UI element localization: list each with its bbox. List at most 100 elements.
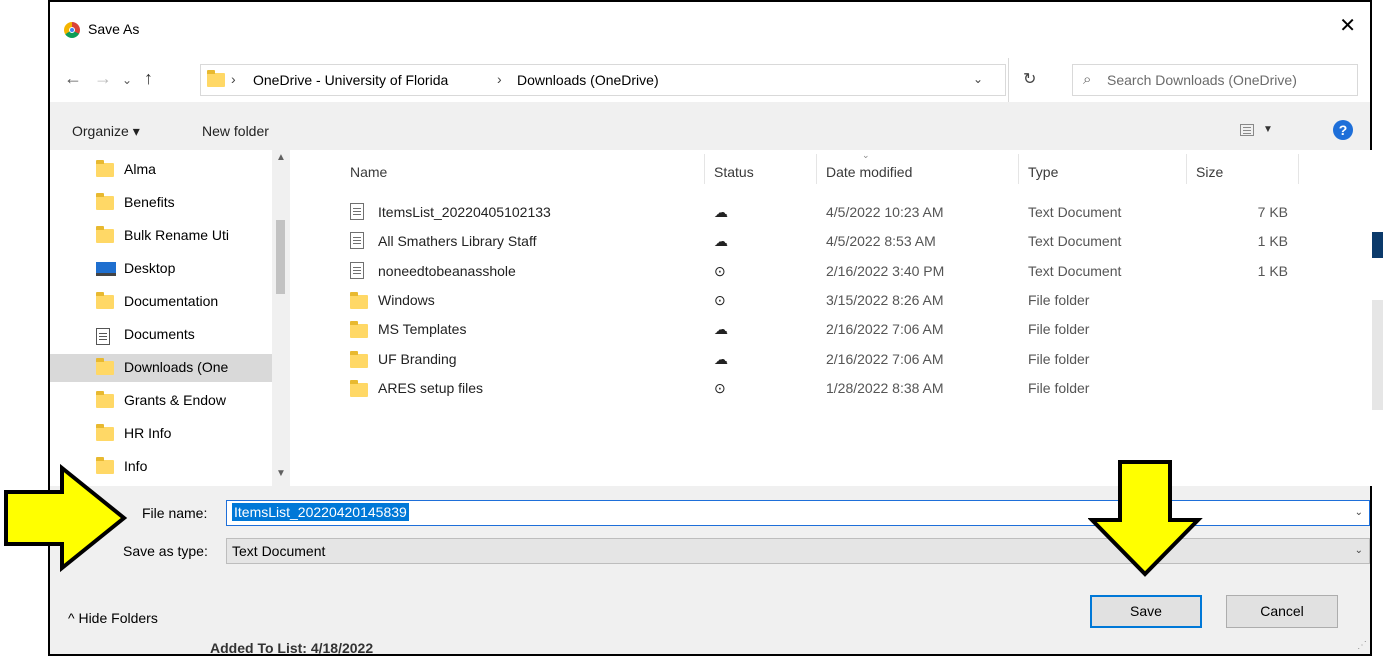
folder-icon	[96, 391, 114, 408]
up-arrow-icon[interactable]: ↑	[144, 68, 153, 88]
file-type: Text Document	[1028, 262, 1122, 279]
breadcrumb-downloads[interactable]: Downloads (OneDrive)	[517, 72, 659, 88]
sidebar-item-label: Alma	[124, 161, 156, 177]
scroll-down-icon[interactable]: ▼	[276, 468, 286, 479]
toolbar: Organize ▾ New folder ▼ ?	[50, 112, 1370, 150]
save-as-type-select[interactable]: Text Document ⌄	[226, 538, 1370, 564]
sidebar-item[interactable]: Info	[50, 453, 272, 481]
file-row[interactable]: Windows ⊙ 3/15/2022 8:26 AM File folder	[290, 286, 1372, 315]
sidebar-item-label: HR Info	[124, 425, 172, 441]
file-date-modified: 2/16/2022 3:40 PM	[826, 262, 945, 279]
column-header-name[interactable]: Name	[350, 164, 387, 180]
file-type: Text Document	[1028, 204, 1122, 220]
sidebar-item[interactable]: Documentation	[50, 288, 272, 316]
new-folder-button[interactable]: New folder	[202, 123, 269, 139]
navigation-scrollbar[interactable]: ▲ ▼	[272, 150, 289, 486]
column-divider	[1186, 154, 1187, 184]
file-row[interactable]: MS Templates ☁ 2/16/2022 7:06 AM File folde…	[290, 315, 1372, 344]
file-row[interactable]: ItemsList_20220405102133 ☁ 4/5/2022 10:23 …	[290, 198, 1372, 227]
save-as-type-label: Save as type:	[123, 543, 208, 559]
file-date-modified: 3/15/2022 8:26 AM	[826, 291, 944, 308]
sidebar-item[interactable]: Bulk Rename Uti	[50, 222, 272, 250]
back-arrow-icon[interactable]: ←	[64, 68, 82, 88]
file-type: File folder	[1028, 321, 1090, 338]
dialog-title: Save As	[88, 21, 140, 37]
close-icon[interactable]: ✕	[1339, 16, 1356, 36]
file-name: MS Templates	[378, 321, 467, 338]
file-name: UF Branding	[378, 350, 457, 367]
help-icon[interactable]: ?	[1333, 120, 1353, 140]
address-dropdown-icon[interactable]: ⌄	[973, 72, 983, 86]
search-placeholder: Search Downloads (OneDrive)	[1107, 72, 1297, 88]
file-name-dropdown-icon[interactable]: ⌄	[1355, 507, 1363, 518]
sidebar-item[interactable]: Documents	[50, 321, 272, 349]
recent-locations-icon[interactable]: ⌄	[122, 70, 132, 90]
folder-icon	[350, 291, 368, 309]
column-divider	[816, 154, 817, 184]
sidebar-item-label: Documentation	[124, 293, 219, 309]
file-name-label: File name:	[142, 505, 208, 521]
cloud-status-icon: ☁	[714, 321, 728, 338]
scroll-thumb[interactable]	[276, 220, 285, 294]
cloud-status-icon: ☁	[714, 204, 728, 220]
sidebar-item[interactable]: Desktop	[50, 255, 272, 283]
file-row[interactable]: ARES setup files ⊙ 1/28/2022 8:38 AM File f…	[290, 374, 1372, 403]
organize-menu[interactable]: Organize ▾	[72, 123, 140, 140]
file-date-modified: 1/28/2022 8:38 AM	[826, 379, 944, 396]
sidebar-item-label: Info	[124, 458, 148, 474]
file-size: 1 KB	[1257, 233, 1288, 250]
file-type: File folder	[1028, 350, 1090, 367]
sidebar-item-label: Grants & Endow	[124, 392, 226, 408]
text-file-icon	[350, 203, 364, 220]
sidebar-item-label: Bulk Rename Uti	[124, 227, 230, 243]
sidebar-item[interactable]: HR Info	[50, 420, 272, 448]
view-dropdown-icon[interactable]: ▼	[1263, 124, 1273, 135]
column-header-status[interactable]: Status	[714, 164, 754, 180]
file-name: noneedtobeanasshole	[378, 262, 516, 279]
forward-arrow-icon[interactable]: →	[94, 68, 112, 88]
file-row[interactable]: UF Branding ☁ 2/16/2022 7:06 AM File folder	[290, 345, 1372, 374]
sidebar-item[interactable]: Alma	[50, 156, 272, 184]
file-type: File folder	[1028, 291, 1090, 308]
sidebar-item[interactable]: Benefits	[50, 189, 272, 217]
scroll-up-icon[interactable]: ▲	[276, 152, 286, 163]
view-options-icon[interactable]	[1240, 124, 1254, 136]
breadcrumb-separator: ›	[231, 71, 236, 87]
hide-folders-button[interactable]: ^ Hide Folders	[68, 610, 158, 626]
folder-icon	[350, 379, 368, 397]
file-name: All Smathers Library Staff	[378, 233, 537, 250]
folder-icon	[96, 424, 114, 441]
save-as-type-value: Text Document	[232, 543, 326, 559]
navigation-pane: Alma Benefits Bulk Rename Uti Desktop Docume…	[50, 150, 272, 486]
file-row[interactable]: All Smathers Library Staff ☁ 4/5/2022 8:53…	[290, 227, 1372, 256]
file-list: ⌄ Name Status Date modified Type Size It…	[290, 150, 1372, 486]
address-bar[interactable]: › OneDrive - University of Florida › Dow…	[200, 64, 1006, 96]
folder-icon	[96, 292, 114, 309]
column-header-date-modified[interactable]: Date modified	[826, 164, 912, 180]
refresh-button[interactable]: ↻	[1008, 58, 1053, 102]
folder-icon	[350, 350, 368, 368]
search-icon: ⌕	[1083, 71, 1092, 88]
save-as-type-dropdown-icon[interactable]: ⌄	[1355, 545, 1363, 556]
sidebar-item-label: Desktop	[124, 260, 176, 276]
folder-icon	[96, 193, 114, 210]
sidebar-item[interactable]: Downloads (One	[50, 354, 272, 382]
folder-icon	[96, 457, 114, 474]
save-button[interactable]: Save	[1090, 595, 1202, 628]
cloud-status-icon: ☁	[714, 350, 728, 367]
file-name: ItemsList_20220405102133	[378, 204, 551, 220]
breadcrumb-onedrive[interactable]: OneDrive - University of Florida	[253, 72, 448, 88]
column-header-type[interactable]: Type	[1028, 164, 1058, 180]
file-size: 7 KB	[1257, 204, 1288, 220]
chrome-icon	[64, 22, 80, 38]
background-left	[0, 0, 48, 658]
file-name-input[interactable]: ItemsList_20220420145839 ⌄	[226, 500, 1370, 526]
sidebar-item[interactable]: Grants & Endow	[50, 387, 272, 415]
folder-icon	[96, 160, 114, 177]
file-row[interactable]: noneedtobeanasshole ⊙ 2/16/2022 3:40 PM Tex…	[290, 257, 1372, 286]
sort-indicator-icon: ⌄	[862, 150, 870, 160]
column-header-size[interactable]: Size	[1196, 164, 1223, 180]
resize-grip-icon[interactable]: ⋰	[1357, 640, 1367, 651]
cancel-button[interactable]: Cancel	[1226, 595, 1338, 628]
search-input[interactable]: ⌕ Search Downloads (OneDrive)	[1072, 64, 1358, 96]
